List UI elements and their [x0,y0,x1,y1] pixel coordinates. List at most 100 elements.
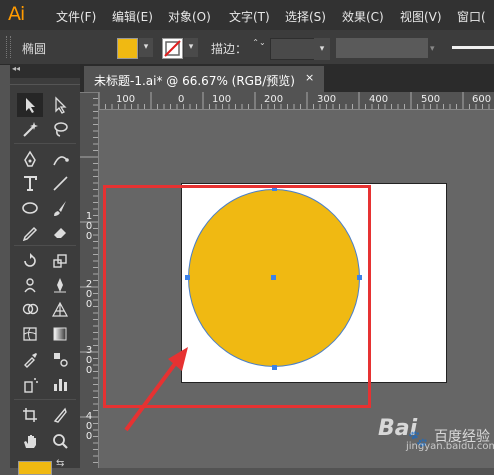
tools-panel-header [10,64,80,78]
selected-object-label: 椭圆 [22,42,47,56]
menu-file[interactable]: 文件(F) [56,8,96,25]
ellipse-tool-button[interactable] [17,196,43,220]
line-segment-tool-button[interactable] [47,171,73,195]
symbol-sprayer-tool-button[interactable] [17,372,43,396]
close-icon[interactable]: × [305,71,314,84]
stroke-dropdown-button[interactable]: ▾ [184,38,198,57]
menu-edit[interactable]: 编辑(E) [112,8,153,25]
eraser-tool-button[interactable] [47,220,73,244]
line-segment-tool-icon [53,176,68,191]
ruler-label: 1 0 0 [85,211,93,242]
ruler-label: 2 0 0 [85,279,93,310]
variable-width-profile[interactable] [336,38,428,58]
magic-wand-tool-button[interactable] [17,117,43,141]
hand-tool-button[interactable] [17,429,43,453]
fill-color-indicator[interactable] [18,461,52,475]
gradient-tool-button[interactable] [47,322,73,346]
stroke-weight-input[interactable] [270,38,316,60]
lasso-tool-icon [54,122,68,137]
stroke-color-swatch[interactable] [162,38,183,59]
ruler-label: 0 [178,94,185,105]
selection-tool-button[interactable] [17,93,43,117]
highlight-arrow-icon [124,347,188,432]
shape-builder-tool-button[interactable] [17,297,43,321]
stroke-weight-label: 描边： [211,42,248,56]
mesh-tool-icon [23,327,37,341]
swap-fill-stroke-icon[interactable]: ⇆ [56,458,64,469]
menu-select[interactable]: 选择(S) [285,8,326,25]
ruler-label: 400 [369,94,389,105]
zoom-tool-button[interactable] [47,429,73,453]
ellipse-tool-icon [22,202,38,214]
ruler-label: 4 0 0 [85,411,93,442]
artboard-tool-button[interactable] [17,403,43,427]
menu-effect[interactable]: 效果(C) [342,8,384,25]
stroke-weight-stepper[interactable]: ⌃⌄ [252,38,266,58]
slice-tool-icon [53,407,67,423]
app-logo: Ai [8,3,25,25]
column-graph-tool-icon [54,379,67,391]
blend-tool-button[interactable] [47,347,73,371]
ruler-label: 600 [472,94,492,105]
ruler-label: 100 [212,94,232,105]
ruler-label: 3 0 0 [85,345,93,376]
watermark-url: jingyan.baidu.com [406,441,494,452]
eyedropper-tool-icon [24,353,37,368]
fill-color-swatch[interactable] [117,38,138,59]
type-tool-button[interactable] [17,171,43,195]
menu-object[interactable]: 对象(O) [168,8,211,25]
free-transform-tool-icon [54,278,66,293]
column-graph-tool-button[interactable] [47,372,73,396]
ruler-label: 300 [317,94,337,105]
collapse-panel-icon[interactable]: ◂◂ [12,64,20,73]
shape-builder-tool-icon [22,303,39,315]
tools-panel-divider [10,84,80,85]
control-bar-grip[interactable] [6,36,11,58]
mesh-tool-button[interactable] [17,322,43,346]
eyedropper-tool-button[interactable] [17,347,43,371]
blend-tool-icon [54,353,68,367]
puppet-warp-tool-button[interactable] [17,273,43,297]
tools-separator [14,143,76,144]
paintbrush-tool-icon [54,201,66,216]
no-stroke-icon [164,40,181,57]
magic-wand-tool-icon [23,122,38,137]
brush-definition-preview[interactable] [452,46,494,49]
menu-view[interactable]: 视图(V) [400,8,442,25]
pencil-tool-button[interactable] [17,220,43,244]
pen-tool-icon [24,150,36,167]
stroke-weight-dropdown[interactable]: ▾ [314,38,330,60]
scale-tool-icon [53,254,67,268]
menu-window[interactable]: 窗口( [457,8,486,25]
paintbrush-tool-button[interactable] [47,196,73,220]
rotate-tool-icon [24,253,36,267]
curvature-tool-icon [53,156,69,166]
ruler-label: 200 [264,94,284,105]
symbol-sprayer-tool-icon [24,378,38,393]
eraser-tool-icon [54,228,66,238]
lasso-tool-button[interactable] [47,117,73,141]
artboard-tool-icon [23,408,37,422]
fill-dropdown-button[interactable]: ▾ [139,38,153,57]
pen-tool-button[interactable] [17,147,43,171]
menu-type[interactable]: 文字(T) [229,8,270,25]
direct-selection-tool-button[interactable] [47,93,73,117]
ruler-label: 500 [421,94,441,105]
ruler-label: 100 [116,94,136,105]
profile-dropdown[interactable]: ▾ [430,38,435,60]
type-tool-icon [24,176,37,191]
direct-selection-tool-icon [55,96,67,114]
free-transform-tool-button[interactable] [47,273,73,297]
document-tab-title[interactable]: 未标题-1.ai* @ 66.67% (RGB/预览) [94,72,295,89]
selection-tool-icon [26,98,35,113]
rotate-tool-button[interactable] [17,249,43,273]
puppet-warp-tool-icon [24,278,36,293]
perspective-grid-tool-button[interactable] [47,297,73,321]
zoom-tool-icon [53,434,68,449]
pencil-tool-icon [22,226,38,241]
slice-tool-button[interactable] [47,403,73,427]
curvature-tool-button[interactable] [47,147,73,171]
hand-tool-icon [24,435,36,448]
scale-tool-button[interactable] [47,249,73,273]
gradient-tool-icon [53,327,67,341]
